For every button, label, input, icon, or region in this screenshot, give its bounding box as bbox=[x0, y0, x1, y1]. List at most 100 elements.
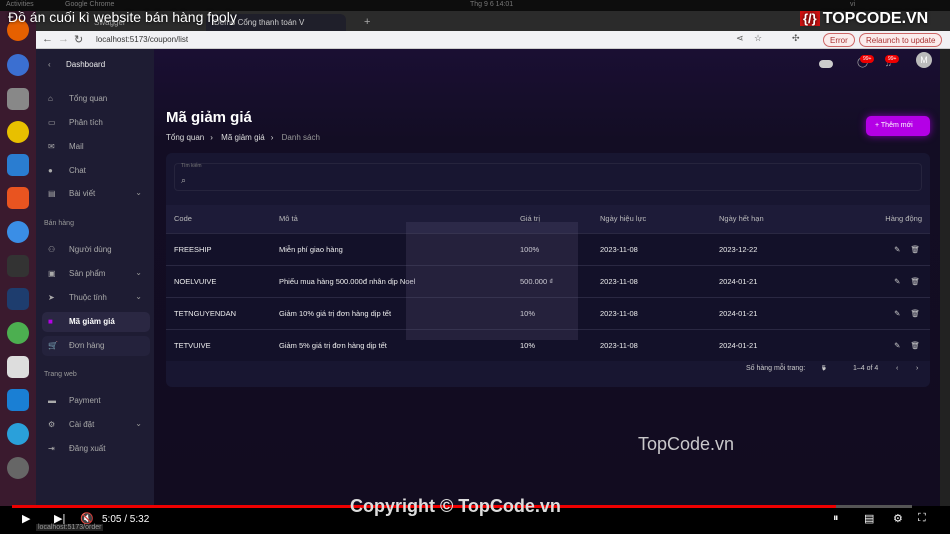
sidebar-back-dashboard[interactable]: ‹ Dashboard bbox=[42, 55, 150, 75]
sidebar-item-posts[interactable]: ▤ Bài viết ⌄ bbox=[42, 184, 150, 204]
ubuntu-dock bbox=[0, 11, 36, 506]
activities-button[interactable]: Activities bbox=[6, 1, 34, 8]
label: Đơn hàng bbox=[69, 341, 105, 350]
text-editor-icon[interactable] bbox=[7, 356, 29, 378]
share-icon[interactable]: ⋖ bbox=[736, 33, 744, 44]
telegram-icon[interactable] bbox=[7, 423, 29, 445]
breadcrumb-list: Danh sách bbox=[281, 133, 320, 142]
label: Cài đặt bbox=[69, 420, 95, 429]
url-field[interactable]: localhost:5173/coupon/list bbox=[96, 35, 188, 44]
topcode-logo: {/} TOPCODE.VN bbox=[800, 10, 940, 36]
forward-icon[interactable]: → bbox=[58, 33, 69, 45]
software-icon[interactable] bbox=[7, 187, 29, 209]
col-code[interactable]: Code bbox=[166, 205, 271, 233]
cell-end-date: 2024-01-21 bbox=[711, 328, 830, 361]
section-sales: Bán hàng bbox=[44, 220, 74, 227]
extensions-icon[interactable]: ✣ bbox=[792, 33, 800, 44]
label: Chat bbox=[69, 166, 86, 175]
status-url: localhost:5173/order bbox=[36, 524, 104, 531]
reload-icon[interactable]: ↻ bbox=[74, 33, 83, 46]
settings-icon[interactable]: ⚙ bbox=[893, 512, 903, 525]
exit-fullscreen-icon[interactable]: ⛶ bbox=[918, 512, 926, 525]
breadcrumb-coupons[interactable]: Mã giảm giá bbox=[221, 133, 265, 142]
language-indicator[interactable]: vi bbox=[850, 1, 855, 8]
sidebar-item-analytics[interactable]: ▭ Phân tích bbox=[42, 113, 150, 133]
sidebar-item-mail[interactable]: ✉ Mail bbox=[42, 137, 150, 157]
thunderbird-icon[interactable] bbox=[7, 54, 29, 76]
cell-end-date: 2023-12-22 bbox=[711, 232, 830, 265]
rows-per-page-select[interactable]: 5 ▾ bbox=[822, 365, 826, 373]
subtitles-icon[interactable]: ▤ bbox=[864, 512, 874, 525]
copyright-watermark: Copyright © TopCode.vn bbox=[350, 496, 561, 516]
sidebar-item-logout[interactable]: ⇥ Đăng xuất bbox=[42, 439, 150, 459]
clock[interactable]: Thg 9 6 14:01 bbox=[470, 1, 513, 8]
cell-code: NOELVUIVE bbox=[166, 264, 271, 297]
sidebar-item-overview[interactable]: ⌂ Tổng quan bbox=[42, 89, 150, 109]
col-end-date[interactable]: Ngày hết hạn bbox=[711, 205, 830, 233]
label: Mã giảm giá bbox=[69, 317, 115, 326]
notification-badge: 99+ bbox=[885, 55, 900, 63]
disc-icon[interactable] bbox=[7, 457, 29, 479]
chevron-down-icon: ⌄ bbox=[135, 188, 142, 197]
cell-start-date: 2023-11-08 bbox=[592, 264, 711, 297]
sidebar-item-orders[interactable]: 🛒 Đơn hàng bbox=[42, 336, 150, 356]
chrome-icon[interactable] bbox=[7, 322, 29, 344]
cell-start-date: 2023-11-08 bbox=[592, 296, 711, 329]
coupon-icon: ■ bbox=[48, 317, 53, 326]
new-tab-button[interactable]: + bbox=[356, 14, 378, 31]
delete-icon[interactable]: 🗑 bbox=[910, 309, 920, 318]
help-icon[interactable] bbox=[7, 221, 29, 243]
app-menu[interactable]: Google Chrome bbox=[65, 1, 114, 8]
video-title[interactable]: Đồ án cuối kì website bán hàng fpoly bbox=[8, 9, 237, 25]
separator-icon: › bbox=[210, 133, 213, 142]
edit-icon[interactable]: ✎ bbox=[894, 277, 900, 286]
prev-page-icon[interactable]: ‹ bbox=[896, 365, 898, 372]
sidebar-item-users[interactable]: ⚇ Người dùng bbox=[42, 240, 150, 260]
terminal-icon[interactable] bbox=[7, 255, 29, 277]
cell-code: FREESHIP bbox=[166, 232, 271, 265]
delete-icon[interactable]: 🗑 bbox=[910, 341, 920, 350]
autoplay-toggle[interactable]: ⏸ bbox=[833, 512, 839, 525]
col-start-date[interactable]: Ngày hiệu lực bbox=[592, 205, 711, 233]
avatar[interactable]: M bbox=[916, 52, 932, 68]
sidebar-item-attributes[interactable]: ➤ Thuộc tính ⌄ bbox=[42, 288, 150, 308]
dbeaver-icon[interactable] bbox=[7, 288, 29, 310]
next-page-icon[interactable]: › bbox=[916, 365, 918, 372]
vscode-icon[interactable] bbox=[7, 389, 29, 411]
edit-icon[interactable]: ✎ bbox=[894, 341, 900, 350]
page-range: 1–4 of 4 bbox=[853, 365, 879, 372]
breadcrumb-overview[interactable]: Tổng quan bbox=[166, 133, 204, 142]
add-new-button[interactable]: + Thêm mới bbox=[866, 116, 930, 136]
files-icon[interactable] bbox=[7, 88, 29, 110]
sidebar-item-payment[interactable]: ▬ Payment bbox=[42, 391, 150, 411]
delete-icon[interactable]: 🗑 bbox=[910, 245, 920, 254]
rhythmbox-icon[interactable] bbox=[7, 121, 29, 143]
breadcrumb: Tổng quan › Mã giảm giá › Danh sách bbox=[166, 133, 326, 142]
sidebar-item-settings[interactable]: ⚙ Cài đặt ⌄ bbox=[42, 415, 150, 435]
writer-icon[interactable] bbox=[7, 154, 29, 176]
cart-icon: 🛒 bbox=[48, 341, 58, 350]
sidebar-item-coupons[interactable]: ■ Mã giảm giá bbox=[42, 312, 150, 332]
cell-actions: ✎ 🗑 bbox=[830, 232, 930, 265]
cell-start-date: 2023-11-08 bbox=[592, 328, 711, 361]
sidebar-item-products[interactable]: ▣ Sản phẩm ⌄ bbox=[42, 264, 150, 284]
page-title: Mã giảm giá bbox=[166, 109, 252, 126]
cell-actions: ✎ 🗑 bbox=[830, 296, 930, 329]
label: Phân tích bbox=[69, 118, 103, 127]
logout-icon: ⇥ bbox=[48, 444, 55, 453]
delete-icon[interactable]: 🗑 bbox=[910, 277, 920, 286]
label: Sản phẩm bbox=[69, 269, 106, 278]
edit-icon[interactable]: ✎ bbox=[894, 309, 900, 318]
edit-icon[interactable]: ✎ bbox=[894, 245, 900, 254]
star-icon[interactable]: ☆ bbox=[754, 33, 762, 44]
play-icon[interactable]: ▶ bbox=[22, 512, 30, 525]
chat-icon: ● bbox=[48, 166, 53, 175]
search-input[interactable]: Tìm kiếm ⌕ bbox=[174, 163, 922, 191]
back-icon[interactable]: ← bbox=[42, 33, 53, 45]
theme-toggle[interactable] bbox=[819, 60, 833, 68]
label: Bài viết bbox=[69, 189, 96, 198]
video-time: 5:05 / 5:32 bbox=[102, 514, 150, 525]
sidebar-item-chat[interactable]: ● Chat bbox=[42, 161, 150, 181]
page-scrollbar[interactable] bbox=[940, 49, 950, 506]
cell-code: TETNGUYENDAN bbox=[166, 296, 271, 329]
